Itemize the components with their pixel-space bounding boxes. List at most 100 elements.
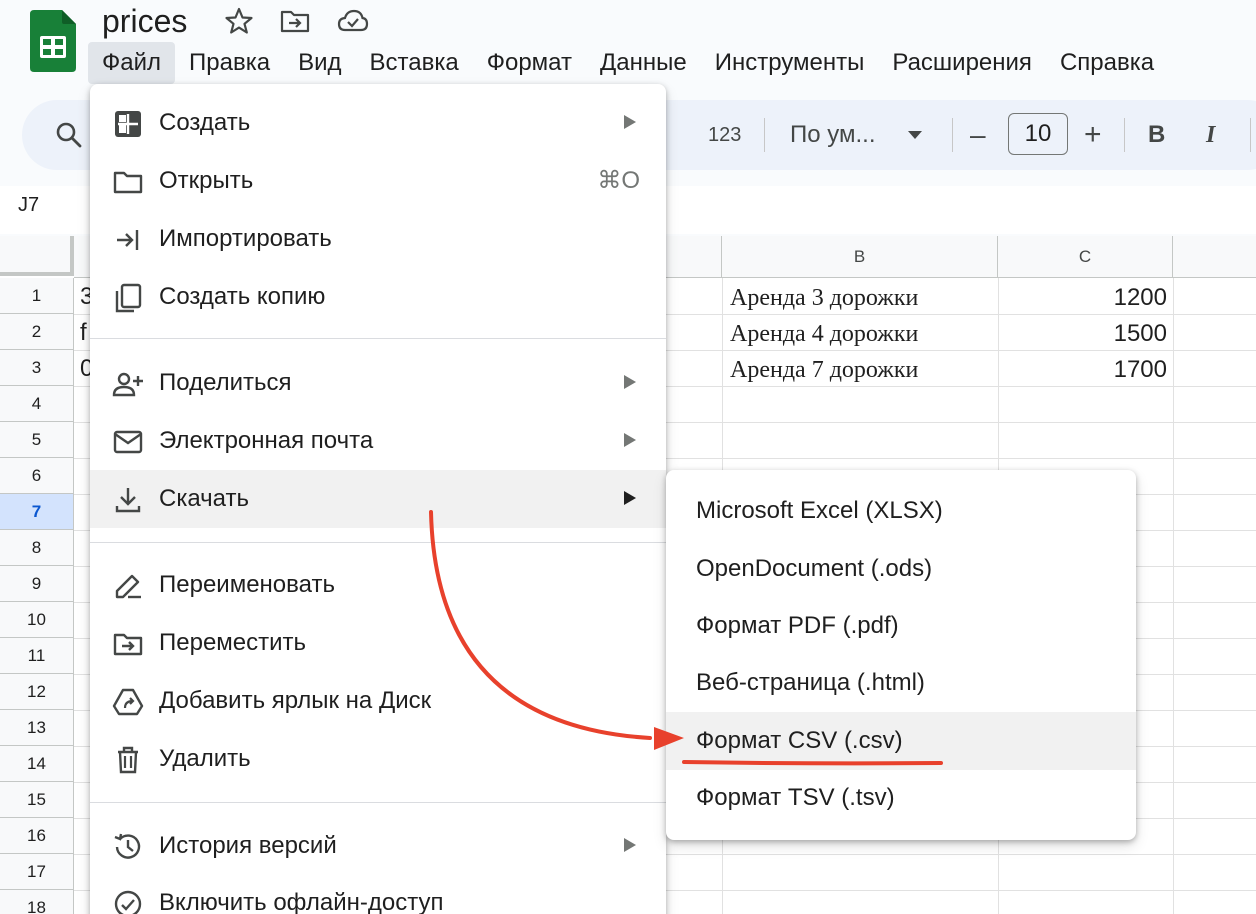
toolbar-divider	[1250, 118, 1251, 152]
download-pdf[interactable]: Формат PDF (.pdf)	[666, 597, 1136, 655]
menu-tools[interactable]: Инструменты	[701, 42, 879, 84]
font-size-input[interactable]: 10	[1008, 113, 1068, 155]
italic-button[interactable]: I	[1206, 100, 1215, 170]
row-header[interactable]: 4	[0, 386, 74, 422]
menu-item-label: Добавить ярлык на Диск	[159, 687, 432, 714]
cell-b2[interactable]: Аренда 4 дорожки	[730, 317, 918, 351]
cell-a2[interactable]: f	[80, 316, 87, 350]
row-header[interactable]: 8	[0, 530, 74, 566]
download-submenu: Microsoft Excel (XLSX) OpenDocument (.od…	[666, 470, 1136, 840]
folder-icon	[113, 171, 143, 194]
rename-icon	[115, 574, 141, 599]
file-menu-item-add-shortcut[interactable]: Добавить ярлык на Диск	[90, 672, 666, 730]
file-menu-item-delete[interactable]: Удалить	[90, 730, 666, 788]
download-html[interactable]: Веб-страница (.html)	[666, 654, 1136, 712]
submenu-arrow-icon	[624, 491, 636, 505]
menu-item-label: Переместить	[159, 629, 307, 656]
row-header[interactable]: 3	[0, 350, 74, 386]
row-header-selected[interactable]: 7	[0, 494, 74, 530]
search-menus-icon[interactable]	[54, 120, 84, 150]
row-header[interactable]: 12	[0, 674, 74, 710]
file-menu-item-copy[interactable]: Создать копию	[90, 268, 666, 326]
number-format-button[interactable]: 123	[708, 100, 741, 170]
menu-item-label: История версий	[159, 832, 337, 859]
menu-insert[interactable]: Вставка	[356, 42, 473, 84]
file-menu-item-open[interactable]: Открыть ⌘O	[90, 152, 666, 210]
increase-font-size-button[interactable]: +	[1084, 100, 1102, 170]
toolbar-divider	[952, 118, 953, 152]
submenu-item-label: Формат PDF (.pdf)	[696, 612, 899, 639]
column-header-b[interactable]: B	[722, 236, 998, 278]
trash-icon	[118, 746, 138, 774]
sheets-logo-icon[interactable]	[30, 10, 76, 72]
chevron-down-icon[interactable]	[906, 128, 924, 142]
menu-item-label: Создать копию	[159, 283, 326, 310]
cell-c2[interactable]: 1500	[1007, 317, 1167, 351]
menu-file[interactable]: Файл	[88, 42, 176, 84]
toolbar-divider	[1124, 118, 1125, 152]
column-header-c[interactable]: C	[998, 236, 1173, 278]
download-tsv[interactable]: Формат TSV (.tsv)	[666, 769, 1136, 827]
menu-format[interactable]: Формат	[473, 42, 586, 84]
email-icon	[113, 430, 143, 454]
menu-view[interactable]: Вид	[284, 42, 355, 84]
column-header-d[interactable]	[1173, 236, 1256, 278]
offline-icon	[114, 890, 142, 914]
move-folder-icon[interactable]	[278, 6, 312, 36]
row-header[interactable]: 14	[0, 746, 74, 782]
new-icon	[115, 111, 141, 137]
menu-edit[interactable]: Правка	[175, 42, 284, 84]
document-title[interactable]: prices	[102, 2, 187, 40]
file-menu-item-share[interactable]: Поделиться	[90, 354, 666, 412]
font-family-select[interactable]: По ум...	[790, 100, 876, 170]
copy-icon	[115, 283, 142, 313]
download-csv[interactable]: Формат CSV (.csv)	[666, 712, 1136, 770]
file-menu-item-email[interactable]: Электронная почта	[90, 412, 666, 470]
menubar: Файл Правка Вид Вставка Формат Данные Ин…	[88, 42, 1168, 84]
select-all-corner[interactable]	[0, 236, 74, 276]
cell-b1[interactable]: Аренда 3 дорожки	[730, 281, 918, 315]
row-header[interactable]: 2	[0, 314, 74, 350]
file-menu-item-offline[interactable]: Включить офлайн-доступ	[90, 874, 666, 914]
menu-extensions[interactable]: Расширения	[878, 42, 1046, 84]
file-menu-item-version-history[interactable]: История версий	[90, 817, 666, 875]
row-header[interactable]: 1	[0, 278, 74, 314]
file-menu-item-import[interactable]: Импортировать	[90, 210, 666, 268]
row-header[interactable]: 9	[0, 566, 74, 602]
import-icon	[117, 230, 139, 250]
name-box[interactable]: J7	[18, 194, 39, 217]
menu-help[interactable]: Справка	[1046, 42, 1168, 84]
row-header[interactable]: 11	[0, 638, 74, 674]
decrease-font-size-button[interactable]: –	[970, 100, 986, 170]
row-header[interactable]: 15	[0, 782, 74, 818]
cell-c1[interactable]: 1200	[1007, 281, 1167, 315]
submenu-arrow-icon	[624, 115, 636, 129]
row-header[interactable]: 13	[0, 710, 74, 746]
menu-item-label: Поделиться	[159, 369, 292, 396]
bold-button[interactable]: B	[1148, 100, 1165, 170]
cloud-saved-icon[interactable]	[336, 6, 370, 36]
submenu-item-label: Веб-страница (.html)	[696, 669, 925, 696]
row-header[interactable]: 17	[0, 854, 74, 890]
share-icon	[112, 372, 143, 397]
submenu-arrow-icon	[624, 838, 636, 852]
menu-item-label: Электронная почта	[159, 427, 374, 454]
row-header[interactable]: 10	[0, 602, 74, 638]
star-icon[interactable]	[222, 6, 256, 36]
row-header[interactable]: 6	[0, 458, 74, 494]
row-header[interactable]: 16	[0, 818, 74, 854]
file-menu-item-rename[interactable]: Переименовать	[90, 556, 666, 614]
download-xlsx[interactable]: Microsoft Excel (XLSX)	[666, 482, 1136, 540]
row-header[interactable]: 18	[0, 890, 74, 914]
file-menu-item-move[interactable]: Переместить	[90, 614, 666, 672]
sheets-window: prices Файл Правка Вид Вставка Формат Да…	[0, 0, 1256, 914]
download-ods[interactable]: OpenDocument (.ods)	[666, 540, 1136, 598]
file-menu-item-new[interactable]: Создать	[90, 94, 666, 152]
cell-c3[interactable]: 1700	[1007, 353, 1167, 387]
cell-b3[interactable]: Аренда 7 дорожки	[730, 353, 918, 387]
file-menu-item-download[interactable]: Скачать	[90, 470, 666, 528]
submenu-item-label: OpenDocument (.ods)	[696, 555, 933, 582]
menu-item-label: Импортировать	[159, 225, 332, 252]
menu-data[interactable]: Данные	[586, 42, 701, 84]
row-header[interactable]: 5	[0, 422, 74, 458]
